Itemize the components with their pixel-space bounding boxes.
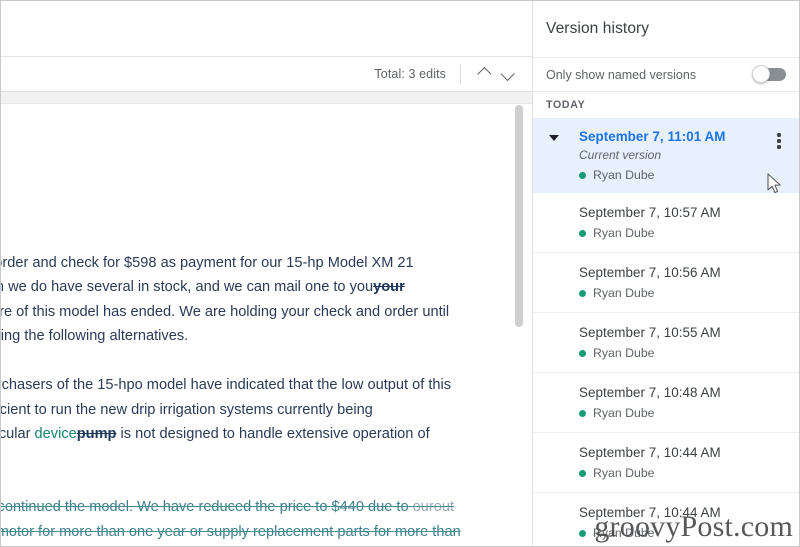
author-color-dot (579, 349, 586, 357)
version-date: September 7, 10:48 AM (579, 385, 721, 400)
toolbar-divider (460, 64, 461, 84)
version-author-row: Ryan Dube (579, 345, 765, 361)
paragraph-three-deleted: e have discontinued the model. We have r… (1, 495, 521, 544)
chevron-up-icon (477, 66, 492, 82)
version-list-item[interactable]: September 7, 10:48 AM Ryan Dube (533, 373, 799, 433)
version-list[interactable]: September 7, 11:01 AM Current version Ry… (533, 118, 799, 546)
document-pane: Total: 3 edits ally: ived your order and… (1, 1, 532, 546)
author-color-dot (579, 529, 586, 537)
chevron-down-icon (500, 66, 515, 82)
para3-line1: e have discontinued the model. We have r… (1, 499, 409, 516)
version-author: Ryan Dube (593, 226, 655, 240)
next-edit-button[interactable] (496, 61, 522, 87)
version-list-item[interactable]: September 7, 10:44 AM Ryan Dube (533, 433, 799, 493)
version-author: Ryan Dube (593, 526, 655, 540)
author-color-dot (579, 469, 586, 477)
version-author: Ryan Dube (593, 168, 655, 182)
toggle-knob (752, 65, 770, 83)
document-body-text: ally: ived your order and check for $598… (1, 202, 521, 546)
version-history-screen: Total: 3 edits ally: ived your order and… (0, 0, 800, 547)
para1-line3: manufacture of this model has ended. We … (1, 303, 450, 320)
caret-down-icon[interactable] (549, 135, 559, 141)
version-list-item[interactable]: September 7, 10:57 AM Ryan Dube (533, 193, 799, 253)
document-canvas-band (1, 92, 532, 104)
document-page[interactable]: ally: ived your order and check for $598… (1, 104, 532, 546)
author-color-dot (579, 409, 586, 417)
panel-title: Version history (546, 20, 650, 37)
version-subtitle: Current version (579, 148, 662, 162)
version-author: Ryan Dube (593, 286, 655, 300)
author-color-dot (579, 289, 586, 297)
para2-line2: rally insufficient to run the new drip i… (1, 401, 373, 418)
deleted-word-pump: pump (76, 426, 117, 443)
author-color-dot (579, 229, 586, 237)
para1-line4: you regarding the following alternatives… (1, 328, 189, 345)
version-date: September 7, 10:56 AM (579, 265, 721, 280)
version-author: Ryan Dube (593, 466, 655, 480)
para1-line2: o. Although we do have several in stock,… (1, 279, 374, 296)
para2-line1: uation. Purchasers of the 15-hpo model h… (1, 376, 452, 393)
version-author-row: Ryan Dube (579, 167, 765, 183)
paragraph-two: uation. Purchasers of the 15-hpo model h… (1, 373, 521, 471)
edits-toolbar: Total: 3 edits (1, 57, 532, 92)
version-author-row: Ryan Dube (579, 525, 765, 541)
version-date: September 7, 10:55 AM (579, 325, 721, 340)
version-author-row: Ryan Dube (579, 285, 765, 301)
author-color-dot (579, 171, 586, 179)
version-list-item[interactable]: September 7, 10:44 AM Ryan Dube (533, 493, 799, 546)
more-vert-icon[interactable] (769, 130, 789, 152)
paragraph-salutation: ally: (1, 202, 521, 227)
version-list-item[interactable]: September 7, 11:01 AM Current version Ry… (533, 118, 799, 193)
section-header-today: TODAY (533, 92, 799, 118)
para3-line1-faded: ourout (412, 499, 455, 516)
para3-line2: rranty the motor for more than one year … (1, 523, 461, 540)
version-date: September 7, 10:44 AM (579, 445, 721, 460)
document-top-strip (1, 1, 532, 57)
only-named-versions-toggle[interactable] (752, 65, 786, 83)
version-date: September 7, 10:44 AM (579, 505, 721, 520)
version-date: September 7, 11:01 AM (579, 129, 726, 144)
version-author: Ryan Dube (593, 346, 655, 360)
para2-line3-pre: . This particular (1, 426, 31, 443)
previous-edit-button[interactable] (470, 61, 496, 87)
paragraph-one: ived your order and check for $598 as pa… (1, 251, 521, 349)
only-named-versions-row[interactable]: Only show named versions (533, 57, 799, 92)
version-author-row: Ryan Dube (579, 225, 765, 241)
version-author-row: Ryan Dube (579, 465, 765, 481)
version-author-row: Ryan Dube (579, 405, 765, 421)
version-list-item[interactable]: September 7, 10:56 AM Ryan Dube (533, 253, 799, 313)
version-date: September 7, 10:57 AM (579, 205, 721, 220)
version-author: Ryan Dube (593, 406, 655, 420)
only-named-versions-label: Only show named versions (546, 67, 697, 82)
para1-line1: ived your order and check for $598 as pa… (1, 254, 414, 271)
version-history-panel: Version history Only show named versions… (532, 1, 799, 546)
total-edits-label: Total: 3 edits (374, 67, 446, 81)
inserted-word-device: device (34, 426, 77, 443)
para2-line3-post: is not designed to handle extensive oper… (116, 426, 430, 443)
section-header-label: TODAY (546, 99, 586, 111)
version-history-header: Version history (533, 1, 799, 57)
deleted-word-your: your (373, 279, 405, 296)
version-list-item[interactable]: September 7, 10:55 AM Ryan Dube (533, 313, 799, 373)
document-scrollbar-thumb[interactable] (515, 105, 523, 327)
